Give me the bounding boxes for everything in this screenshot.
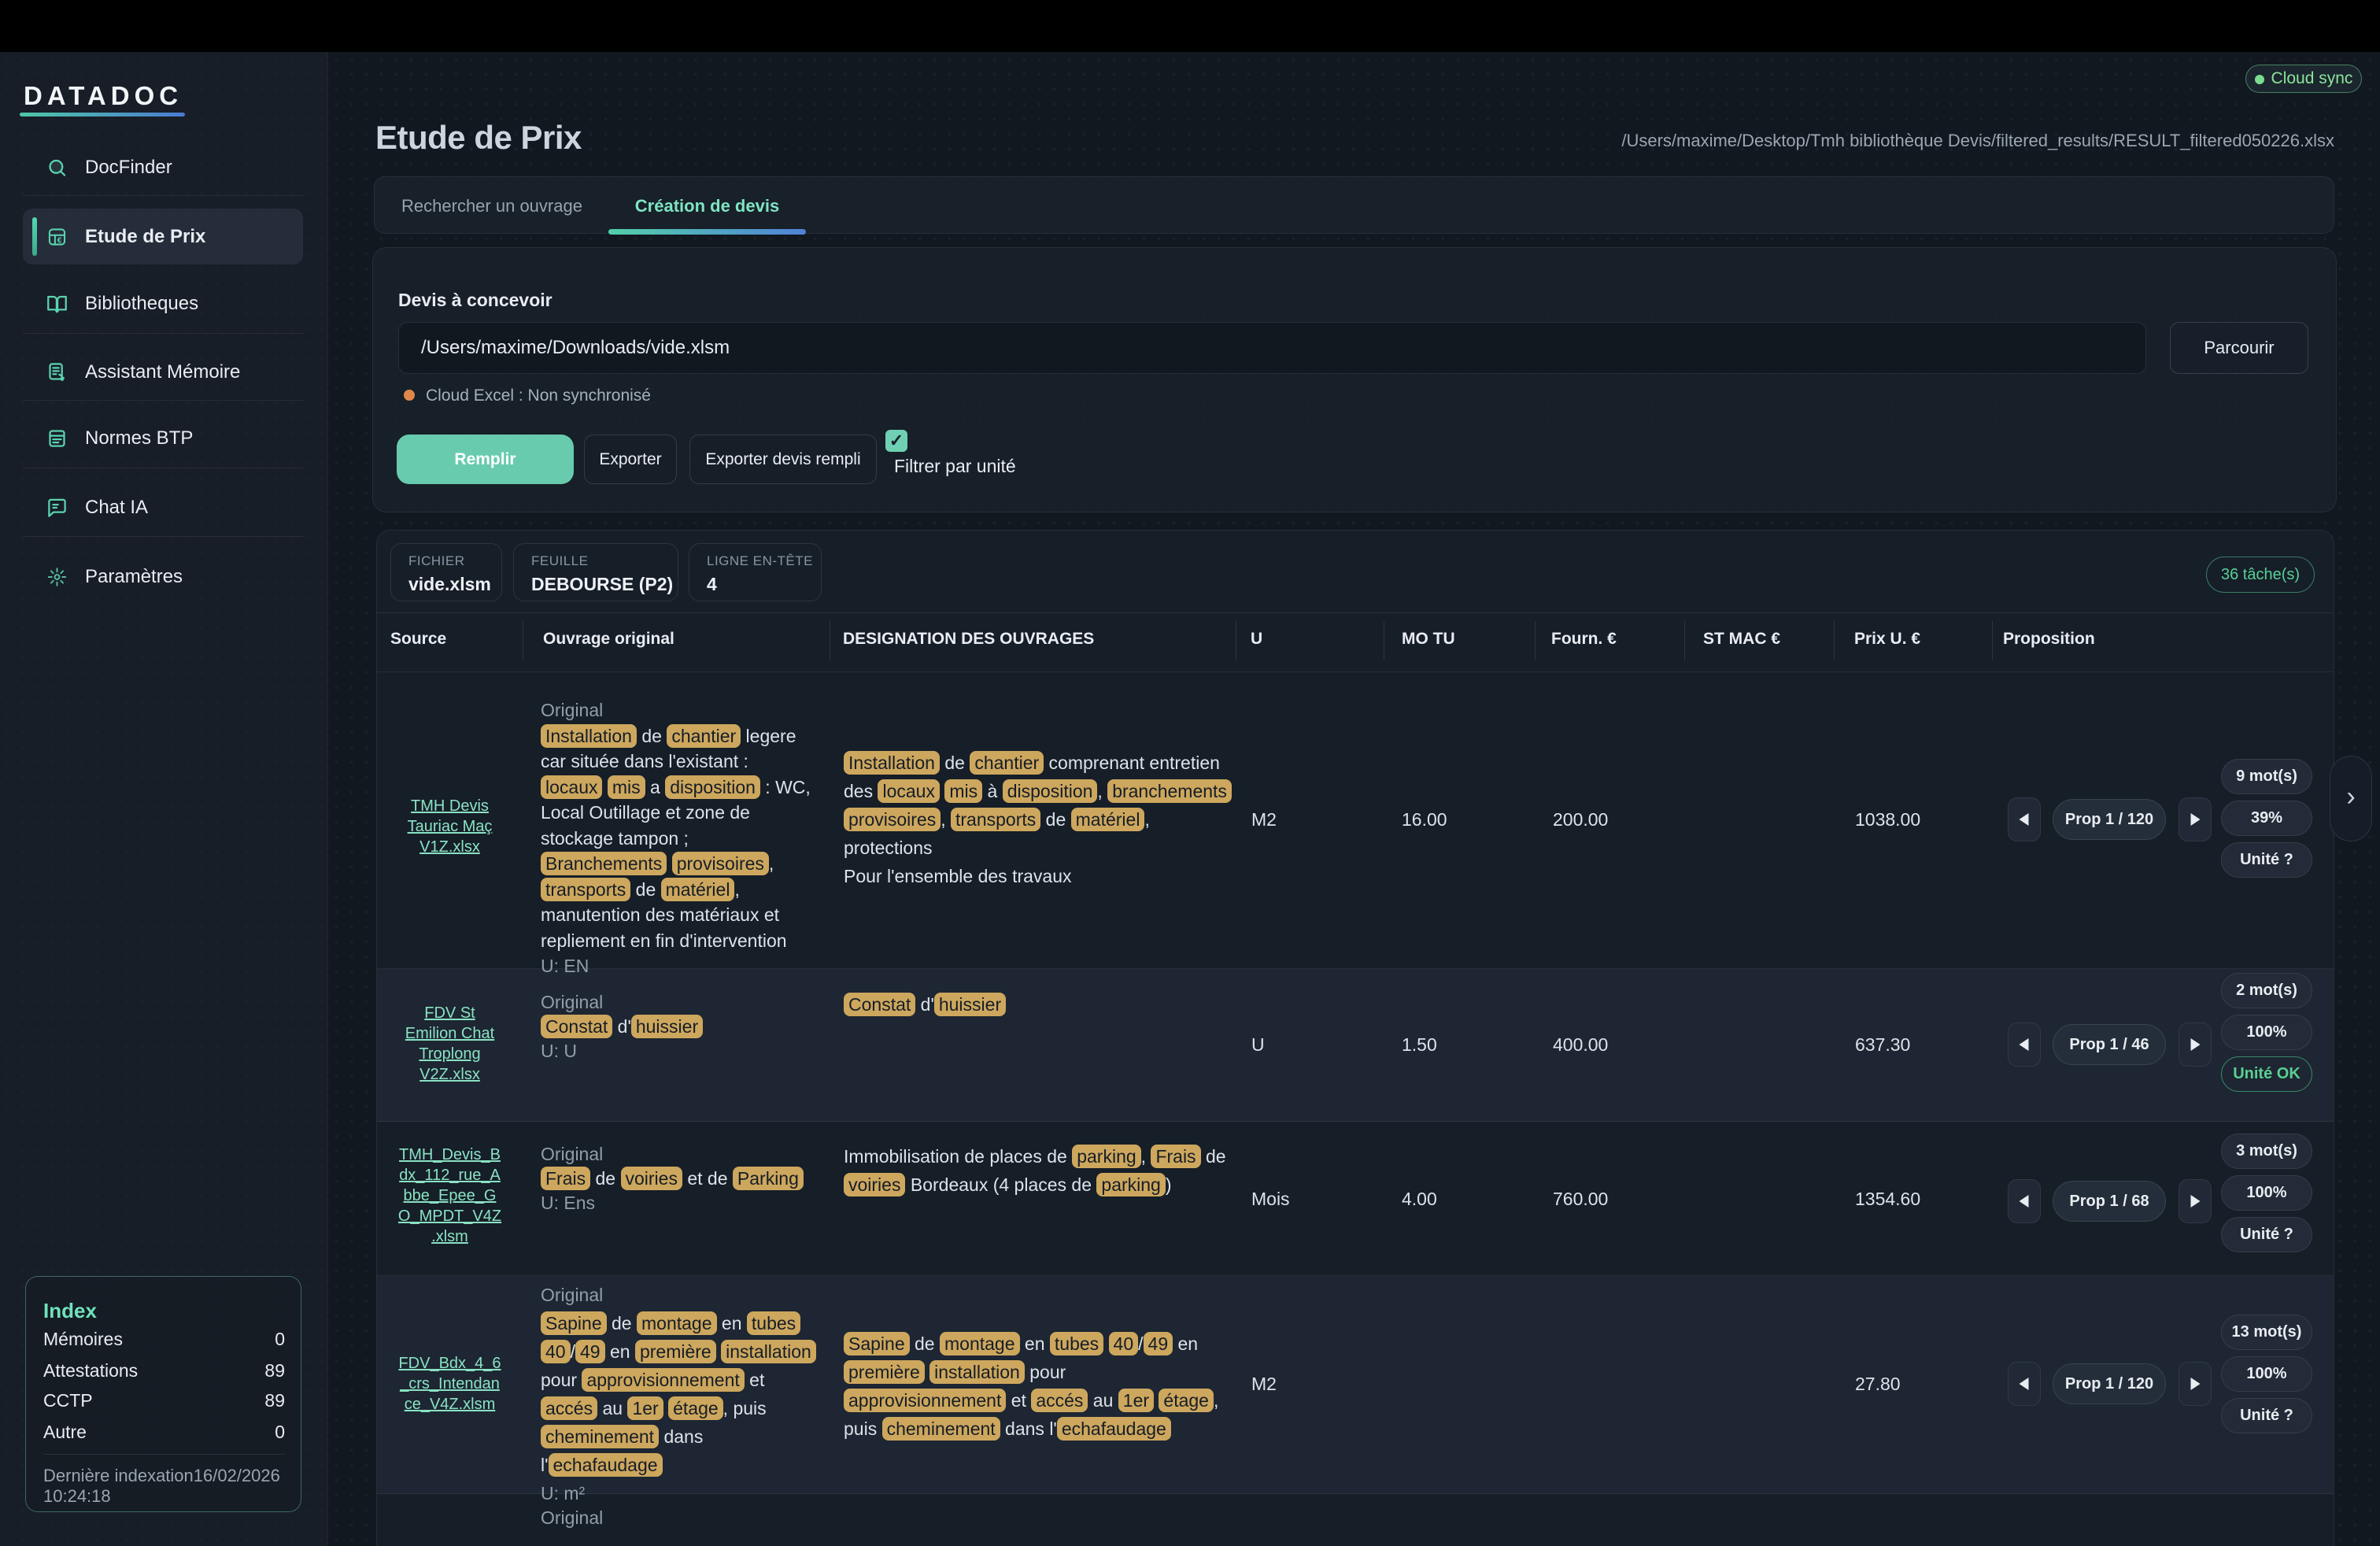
svg-text:€: € <box>57 236 62 245</box>
